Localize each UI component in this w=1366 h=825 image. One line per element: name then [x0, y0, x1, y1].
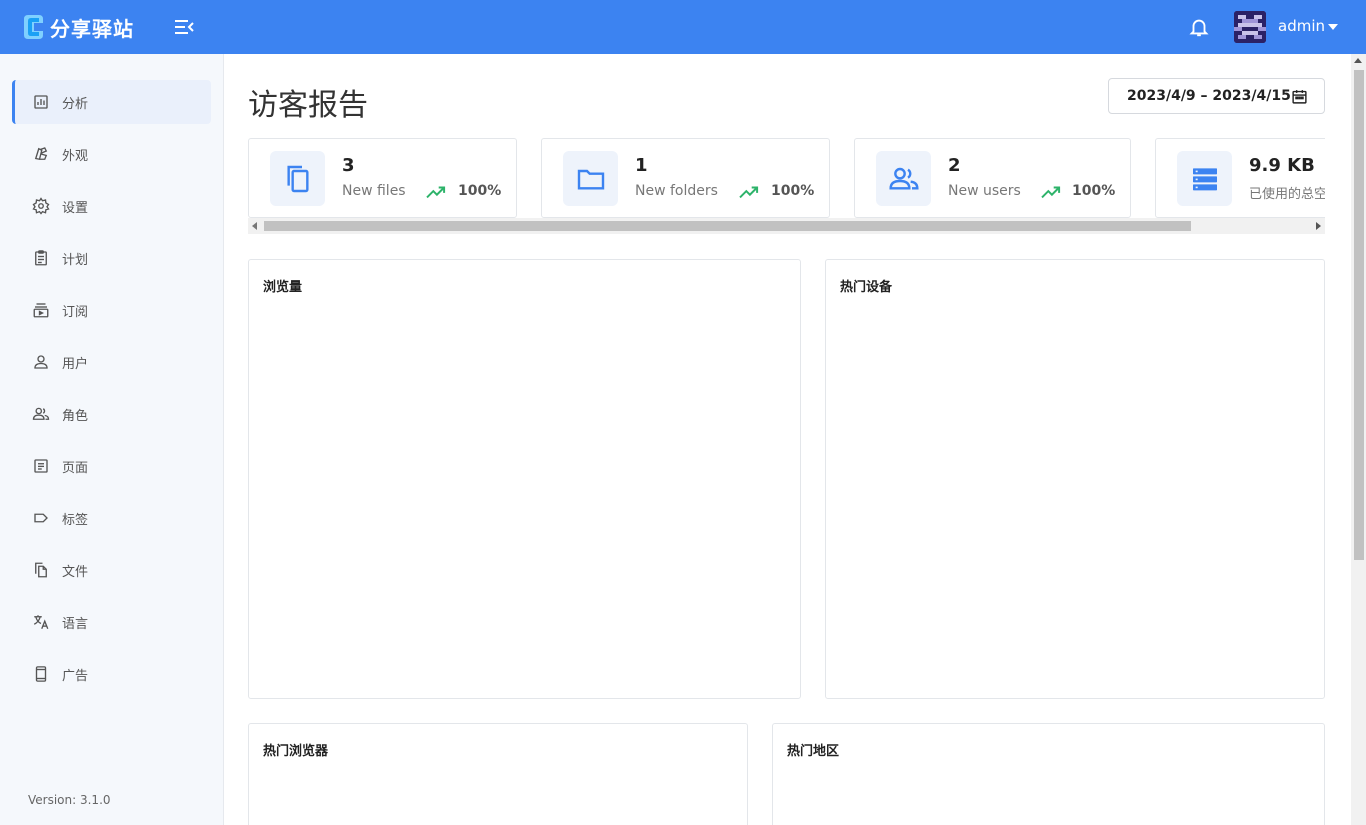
users-icon: [876, 151, 931, 206]
chevron-down-icon[interactable]: [1328, 24, 1338, 30]
copy-icon: [270, 151, 325, 206]
sidebar-item-files[interactable]: 文件: [12, 548, 211, 592]
stat-trend: 100%: [458, 183, 502, 199]
sidebar-item-settings[interactable]: 设置: [12, 184, 211, 228]
sidebar-item-pages[interactable]: 页面: [12, 444, 211, 488]
menu-collapse-icon[interactable]: [172, 16, 196, 38]
sidebar-item-label: 分析: [62, 96, 89, 112]
users-icon: [32, 407, 50, 420]
stat-card-users: 2 New users 100%: [854, 138, 1131, 218]
stat-label: New folders: [635, 183, 718, 199]
devices-panel: 热门设备: [825, 259, 1325, 699]
clipboard-icon: [35, 250, 47, 266]
sidebar-item-label: 用户: [62, 356, 89, 372]
scrollbar-thumb[interactable]: [1354, 70, 1364, 560]
vertical-scrollbar[interactable]: [1351, 54, 1366, 825]
palette-icon: [34, 147, 48, 161]
scroll-left-icon[interactable]: [252, 222, 257, 230]
sidebar-item-label: 页面: [62, 460, 89, 476]
stat-card-folders: 1 New folders 100%: [541, 138, 830, 218]
sidebar-item-label: 标签: [62, 512, 89, 528]
sidebar-item-ads[interactable]: 广告: [12, 652, 211, 696]
sidebar-item-tags[interactable]: 标签: [12, 496, 211, 540]
tag-icon: [34, 513, 48, 523]
stat-trend: 100%: [771, 183, 815, 199]
sidebar-item-language[interactable]: 语言: [12, 600, 211, 644]
bell-icon[interactable]: [1188, 16, 1210, 38]
page-title: 访客报告: [248, 88, 368, 123]
sidebar-item-label: 语言: [62, 616, 89, 632]
scroll-up-icon[interactable]: [1354, 58, 1362, 63]
panel-title: 热门设备: [840, 280, 893, 295]
trending-up-icon: [426, 186, 446, 199]
panel-title: 热门地区: [787, 744, 840, 759]
app-name: 分享驿站: [50, 16, 134, 41]
views-panel: 浏览量: [248, 259, 801, 699]
stat-value: 9.9 KB: [1249, 155, 1315, 176]
sidebar-item-roles[interactable]: 角色: [12, 392, 211, 436]
main-content: 访客报告 2023/4/9 – 2023/4/15 3 New files 10…: [224, 54, 1351, 825]
sidebar-item-label: 角色: [62, 408, 89, 424]
username[interactable]: admin: [1278, 17, 1325, 35]
sidebar-item-label: 外观: [62, 148, 89, 164]
panel-title: 热门浏览器: [263, 744, 329, 759]
panel-title: 浏览量: [263, 280, 303, 295]
stat-card-files: 3 New files 100%: [248, 138, 517, 218]
sidebar-item-subscription[interactable]: 订阅: [12, 288, 211, 332]
scroll-right-icon[interactable]: [1316, 222, 1321, 230]
sidebar-item-label: 广告: [62, 668, 89, 684]
stat-value: 1: [635, 155, 648, 176]
sidebar-item-appearance[interactable]: 外观: [12, 132, 211, 176]
stat-label: 已使用的总空间: [1249, 187, 1325, 202]
folder-icon: [563, 151, 618, 206]
stat-label: New files: [342, 183, 406, 199]
date-range-value: 2023/4/9 – 2023/4/15: [1127, 88, 1291, 104]
top-header: 分享驿站 admin: [0, 0, 1366, 54]
subscription-icon: [33, 303, 49, 318]
sidebar-item-users[interactable]: 用户: [12, 340, 211, 384]
sidebar-item-label: 订阅: [62, 304, 89, 320]
version-label: Version: 3.1.0: [28, 793, 111, 807]
user-icon: [34, 355, 48, 369]
files-icon: [35, 562, 47, 578]
calendar-icon: [1292, 90, 1307, 104]
trending-up-icon: [1041, 186, 1061, 199]
avatar[interactable]: [1234, 11, 1266, 43]
translate-icon: [33, 615, 49, 630]
stat-value: 3: [342, 155, 355, 176]
chart-icon: [34, 95, 48, 109]
stats-strip: 3 New files 100% 1 New folders 100% 2 Ne…: [248, 138, 1325, 234]
gear-icon: [32, 197, 50, 215]
sidebar-item-plan[interactable]: 计划: [12, 236, 211, 280]
app-logo[interactable]: 分享驿站: [22, 12, 134, 42]
stat-value: 2: [948, 155, 961, 176]
stat-trend: 100%: [1072, 183, 1116, 199]
stat-label: New users: [948, 183, 1021, 199]
sidebar: 分析 外观 设置 计划 订阅 用户 角色 页面 标签 文件 语言 广告 Vers…: [0, 54, 224, 825]
date-range-picker[interactable]: 2023/4/9 – 2023/4/15: [1108, 78, 1325, 114]
logo-icon: [22, 12, 44, 42]
sidebar-item-label: 文件: [62, 564, 89, 580]
sidebar-item-analytics[interactable]: 分析: [12, 80, 211, 124]
page-icon: [34, 459, 48, 473]
sidebar-item-label: 计划: [62, 252, 89, 268]
stat-card-storage: 9.9 KB 已使用的总空间: [1155, 138, 1325, 218]
phone-icon: [35, 666, 47, 682]
scrollbar-thumb[interactable]: [264, 221, 1191, 231]
trending-up-icon: [739, 186, 759, 199]
storage-icon: [1177, 151, 1232, 206]
sidebar-item-label: 设置: [62, 200, 89, 216]
horizontal-scrollbar[interactable]: [248, 218, 1325, 234]
browsers-panel: 热门浏览器: [248, 723, 748, 825]
regions-panel: 热门地区: [772, 723, 1325, 825]
